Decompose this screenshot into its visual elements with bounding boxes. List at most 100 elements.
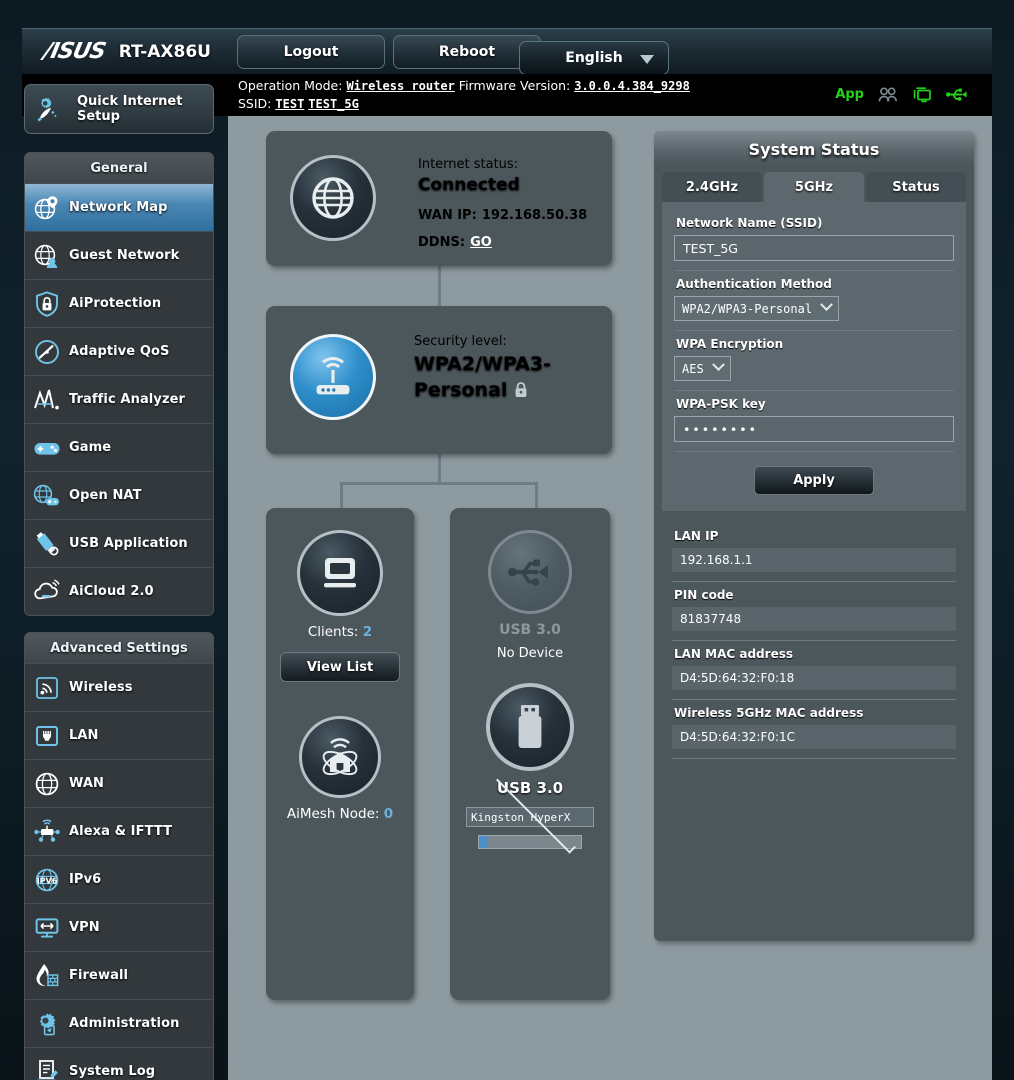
sidebar-label-alexa-ifttt: Alexa & IFTTT	[69, 824, 172, 839]
auth-method-select[interactable]: WPA2/WPA3-Personal	[674, 296, 839, 321]
sidebar-item-wan[interactable]: WAN	[25, 759, 213, 807]
lan-ip-value: 192.168.1.1	[672, 548, 956, 572]
sidebar-item-traffic-analyzer[interactable]: Traffic Analyzer	[25, 375, 213, 423]
sidebar-item-usb-application[interactable]: USB Application	[25, 519, 213, 567]
vpn-monitor-icon	[25, 914, 69, 942]
ssid-input[interactable]: TEST_5G	[674, 235, 954, 261]
divider	[672, 640, 956, 641]
system-log-icon	[25, 1058, 69, 1080]
chevron-down-icon	[820, 298, 833, 311]
logout-button[interactable]: Logout	[237, 35, 385, 69]
sidebar-item-system-log[interactable]: System Log	[25, 1047, 213, 1080]
sidebar-item-alexa-ifttt[interactable]: Alexa & IFTTT	[25, 807, 213, 855]
advanced-nav-group: Advanced Settings Wireless	[24, 632, 214, 1080]
divider	[674, 330, 954, 331]
ssid-label: SSID:	[238, 96, 271, 111]
operation-mode-link[interactable]: Wireless router	[346, 79, 454, 93]
pin-code-value: 81837748	[672, 607, 956, 631]
usb-device-selector[interactable]: Kingston HyperX	[466, 807, 594, 827]
ssid-24ghz-link[interactable]: TEST	[275, 97, 304, 111]
lan-ip-label: LAN IP	[674, 529, 956, 543]
security-level-label: Security level:	[414, 334, 604, 349]
sidebar-item-administration[interactable]: Administration	[25, 999, 213, 1047]
divider	[672, 699, 956, 700]
app-link[interactable]: App	[835, 87, 864, 102]
lan-mac-label: LAN MAC address	[674, 647, 956, 661]
system-status-tabs: 2.4GHz 5GHz Status	[654, 167, 974, 202]
usb-device-name: Kingston HyperX	[471, 811, 575, 824]
sidebar-item-game[interactable]: Game	[25, 423, 213, 471]
connector-bracket	[340, 482, 538, 510]
usb-application-icon	[25, 530, 69, 558]
ddns-go-link[interactable]: GO	[470, 235, 492, 250]
sidebar-item-wireless[interactable]: Wireless	[25, 663, 213, 711]
network-clients-icon[interactable]	[912, 86, 932, 103]
clients-count-row: Clients: 2	[308, 624, 372, 640]
sidebar-item-vpn[interactable]: VPN	[25, 903, 213, 951]
sidebar-item-aiprotection[interactable]: AiProtection	[25, 279, 213, 327]
operation-mode-label: Operation Mode:	[238, 78, 342, 93]
sidebar-label-traffic-analyzer: Traffic Analyzer	[69, 392, 185, 407]
sidebar-label-firewall: Firewall	[69, 968, 128, 983]
client-device-orb-icon	[297, 530, 383, 616]
usb-drive-orb-icon	[486, 683, 574, 771]
sidebar-item-ipv6[interactable]: IPV6 IPv6	[25, 855, 213, 903]
sidebar-item-network-map[interactable]: Network Map	[25, 183, 213, 231]
wpa-encryption-select[interactable]: AES	[674, 356, 731, 381]
internet-status-panel: Internet status: Connected WAN IP: 192.1…	[266, 131, 612, 266]
quick-internet-setup-button[interactable]: Quick Internet Setup	[24, 84, 214, 134]
view-list-button[interactable]: View List	[280, 652, 400, 682]
firmware-version-link[interactable]: 3.0.0.4.384_9298	[574, 79, 690, 93]
connector-line-security	[438, 454, 441, 482]
sidebar-label-wan: WAN	[69, 776, 104, 791]
sidebar-item-lan[interactable]: LAN	[25, 711, 213, 759]
sidebar-label-game: Game	[69, 440, 111, 455]
clients-count: 2	[363, 624, 372, 640]
divider	[674, 270, 954, 271]
tab-5ghz[interactable]: 5GHz	[764, 172, 864, 202]
language-selector[interactable]: English	[519, 41, 669, 75]
ssid-field-label: Network Name (SSID)	[676, 216, 954, 230]
sidebar-label-aiprotection: AiProtection	[69, 296, 161, 311]
alexa-ifttt-icon	[25, 818, 69, 846]
ddns-label: DDNS:	[418, 235, 465, 250]
apply-button[interactable]: Apply	[754, 466, 874, 495]
main-content-area: Internet status: Connected WAN IP: 192.1…	[228, 116, 992, 1080]
divider	[674, 390, 954, 391]
svg-text:IPV6: IPV6	[37, 876, 58, 885]
chevron-down-icon	[640, 55, 654, 64]
chevron-down-icon	[712, 358, 725, 371]
wpa-psk-label: WPA-PSK key	[676, 397, 954, 411]
wireless-signal-icon	[25, 674, 69, 702]
router-orb-icon	[290, 334, 376, 420]
security-level-panel: Security level: WPA2/WPA3- Personal	[266, 306, 612, 454]
sidebar-label-usb-application: USB Application	[69, 536, 188, 551]
usb-icon[interactable]	[946, 87, 968, 102]
gear-icon	[25, 1010, 69, 1038]
system-status-title: System Status	[654, 131, 974, 167]
divider	[672, 758, 956, 759]
sidebar-item-adaptive-qos[interactable]: Adaptive QoS	[25, 327, 213, 375]
aimesh-orb-icon	[299, 716, 381, 798]
sidebar-label-network-map: Network Map	[69, 200, 168, 215]
divider	[672, 581, 956, 582]
users-icon[interactable]	[878, 87, 898, 103]
guest-network-icon	[25, 242, 69, 270]
ssid-row: SSID: TEST TEST_5G	[238, 95, 690, 113]
quick-setup-icon	[25, 95, 69, 123]
system-status-panel: System Status 2.4GHz 5GHz Status Network…	[654, 131, 974, 941]
sidebar-label-ipv6: IPv6	[69, 872, 101, 887]
wpa-psk-input[interactable]: ••••••••	[674, 416, 954, 442]
sidebar-item-guest-network[interactable]: Guest Network	[25, 231, 213, 279]
sidebar-item-aicloud[interactable]: AiCloud 2.0	[25, 567, 213, 615]
auth-method-label: Authentication Method	[676, 277, 954, 291]
aimesh-count: 0	[384, 806, 393, 822]
sidebar-item-open-nat[interactable]: Open NAT	[25, 471, 213, 519]
security-level-line2: Personal	[414, 379, 507, 401]
tab-status[interactable]: Status	[866, 172, 966, 202]
sidebar-item-firewall[interactable]: Firewall	[25, 951, 213, 999]
ssid-5ghz-link[interactable]: TEST_5G	[308, 97, 359, 111]
internet-status-label: Internet status:	[418, 157, 587, 172]
speedometer-icon	[25, 338, 69, 366]
tab-2-4ghz[interactable]: 2.4GHz	[662, 172, 762, 202]
